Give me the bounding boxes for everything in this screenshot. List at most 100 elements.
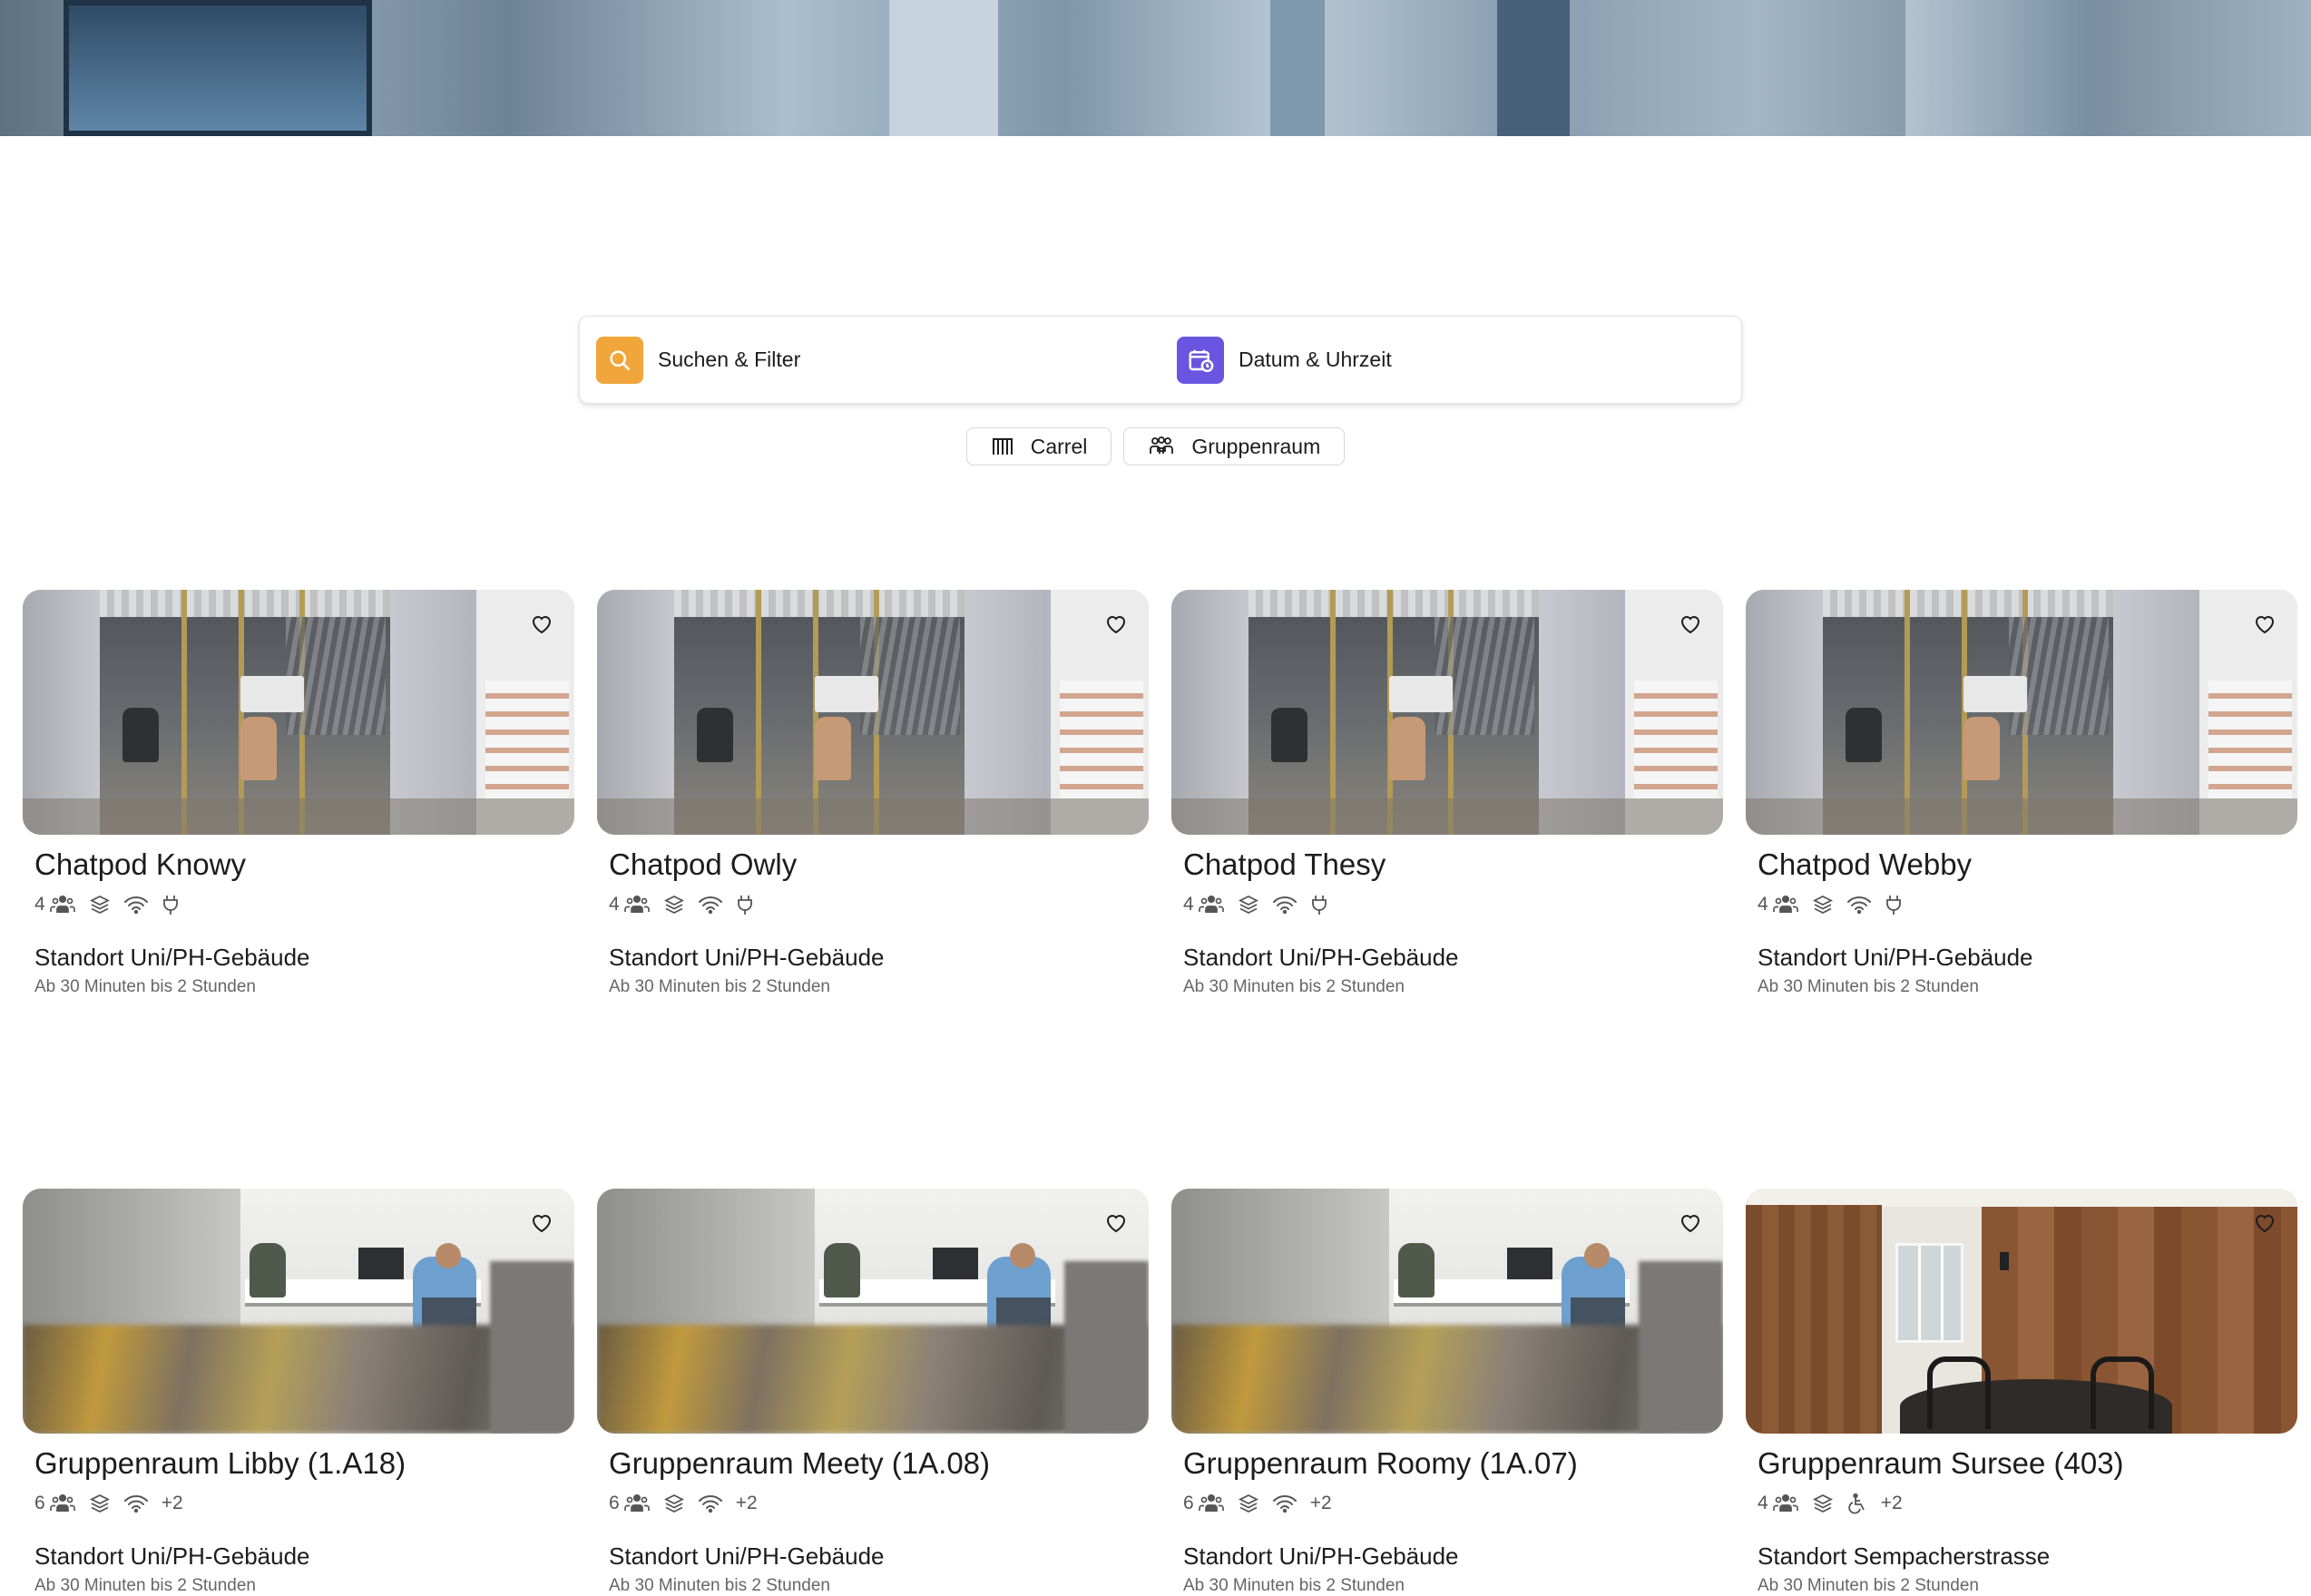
search-filter-button[interactable]: Suchen & Filter [580,317,1160,403]
room-duration: Ab 30 Minuten bis 2 Stunden [1758,977,1980,996]
power-plug-icon [162,896,178,915]
layers-icon [89,1493,110,1513]
wheelchair-icon [1847,1493,1865,1514]
heart-icon [1680,616,1700,634]
wifi-icon [1846,896,1871,915]
search-filter-label: Suchen & Filter [658,348,801,371]
room-duration: Ab 30 Minuten bis 2 Stunden [1183,1576,1405,1595]
search-icon [596,336,643,384]
room-duration: Ab 30 Minuten bis 2 Stunden [34,1576,257,1595]
extra-features-count: +2 [161,1493,183,1513]
hero-banner [0,0,2311,136]
room-location: Standort Uni/PH-Gebäude [1183,944,1459,971]
room-photo [597,590,1149,835]
chip-carrel[interactable]: Carrel [965,427,1112,465]
heart-icon [532,616,552,634]
room-capacity: 4 [1758,894,1799,915]
room-capacity: 6 [609,1493,651,1514]
favorite-button[interactable] [1100,1207,1132,1239]
room-features: 4 [1183,891,1723,918]
favorite-button[interactable] [2248,608,2281,641]
room-card[interactable]: Gruppenraum Libby (1.A18) 6 +2 Standort … [23,1189,574,1595]
room-location: Standort Sempacherstrasse [1758,1542,2051,1570]
capacity-people-icon [49,1493,75,1512]
chip-gruppenraum-label: Gruppenraum [1191,434,1321,458]
datetime-label: Datum & Uhrzeit [1239,348,1392,371]
room-title: Chatpod Webby [1758,847,1973,881]
favorite-button[interactable] [1674,608,1707,641]
room-capacity: 6 [34,1493,76,1514]
room-features: 4 [34,891,574,918]
room-photo [1746,1189,2297,1434]
room-photo [23,590,574,835]
room-duration: Ab 30 Minuten bis 2 Stunden [609,1576,831,1595]
capacity-count: 6 [1183,1493,1194,1513]
room-title: Chatpod Owly [609,847,798,881]
favorite-button[interactable] [525,1207,558,1239]
room-card[interactable]: Chatpod Thesy 4 Standort Uni/PH-Gebäude … [1171,590,1723,996]
room-features: 4 [609,891,1149,918]
room-photo [597,1189,1149,1434]
room-location: Standort Uni/PH-Gebäude [1758,944,2033,971]
capacity-people-icon [623,1493,650,1512]
calendar-clock-icon [1177,336,1224,384]
capacity-people-icon [1772,1493,1798,1512]
room-photo [1171,1189,1723,1434]
room-features: 4 [1758,891,2297,918]
heart-icon [1106,1215,1126,1233]
room-title: Gruppenraum Sursee (403) [1758,1446,2124,1480]
favorite-button[interactable] [2248,1207,2281,1239]
capacity-count: 4 [1183,894,1194,915]
room-card[interactable]: Gruppenraum Sursee (403) 4 +2 Standort S… [1746,1189,2297,1595]
room-duration: Ab 30 Minuten bis 2 Stunden [609,977,831,996]
room-title: Gruppenraum Libby (1.A18) [34,1446,406,1480]
capacity-count: 4 [34,894,45,915]
room-title: Gruppenraum Meety (1A.08) [609,1446,991,1480]
layers-icon [663,895,684,915]
favorite-button[interactable] [525,608,558,641]
power-plug-icon [1885,896,1901,915]
room-duration: Ab 30 Minuten bis 2 Stunden [1758,1576,1980,1595]
capacity-count: 6 [34,1493,45,1513]
capacity-people-icon [623,895,650,913]
capacity-people-icon [1198,1493,1224,1512]
room-capacity: 4 [609,894,651,915]
heart-icon [2255,1215,2275,1233]
room-duration: Ab 30 Minuten bis 2 Stunden [34,977,257,996]
favorite-button[interactable] [1100,608,1132,641]
favorite-button[interactable] [1674,1207,1707,1239]
room-card[interactable]: Gruppenraum Roomy (1A.07) 6 +2 Standort … [1171,1189,1723,1595]
room-location: Standort Uni/PH-Gebäude [34,1542,310,1570]
capacity-count: 4 [1758,1493,1768,1513]
capacity-people-icon [1772,895,1798,913]
heart-icon [2255,616,2275,634]
datetime-button[interactable]: Datum & Uhrzeit [1160,317,1741,403]
room-card[interactable]: Gruppenraum Meety (1A.08) 6 +2 Standort … [597,1189,1149,1595]
room-card[interactable]: Chatpod Webby 4 Standort Uni/PH-Gebäude … [1746,590,2297,996]
layers-icon [89,895,110,915]
room-title: Gruppenraum Roomy (1A.07) [1183,1446,1578,1480]
power-plug-icon [1311,896,1327,915]
layers-icon [663,1493,684,1513]
room-grid: Chatpod Knowy 4 Standort Uni/PH-Gebäude … [23,590,2298,1595]
chip-gruppenraum[interactable]: Gruppenraum [1123,427,1346,465]
layers-icon [1812,1493,1833,1513]
room-features: 6 +2 [34,1490,574,1517]
wifi-icon [698,896,722,915]
capacity-count: 4 [1758,894,1768,915]
room-location: Standort Uni/PH-Gebäude [609,944,885,971]
category-chips: Carrel Gruppenraum [0,427,2311,465]
layers-icon [1812,895,1833,915]
wifi-icon [123,896,148,915]
group-icon [1150,436,1174,454]
room-duration: Ab 30 Minuten bis 2 Stunden [1183,977,1405,996]
room-card[interactable]: Chatpod Owly 4 Standort Uni/PH-Gebäude A… [597,590,1149,996]
extra-features-count: +2 [1880,1493,1903,1513]
heart-icon [1106,616,1126,634]
carrel-icon [992,438,1013,455]
room-capacity: 6 [1183,1493,1225,1514]
room-capacity: 4 [1183,894,1225,915]
room-features: 4 +2 [1758,1490,2297,1517]
heart-icon [1680,1215,1700,1233]
room-card[interactable]: Chatpod Knowy 4 Standort Uni/PH-Gebäude … [23,590,574,996]
